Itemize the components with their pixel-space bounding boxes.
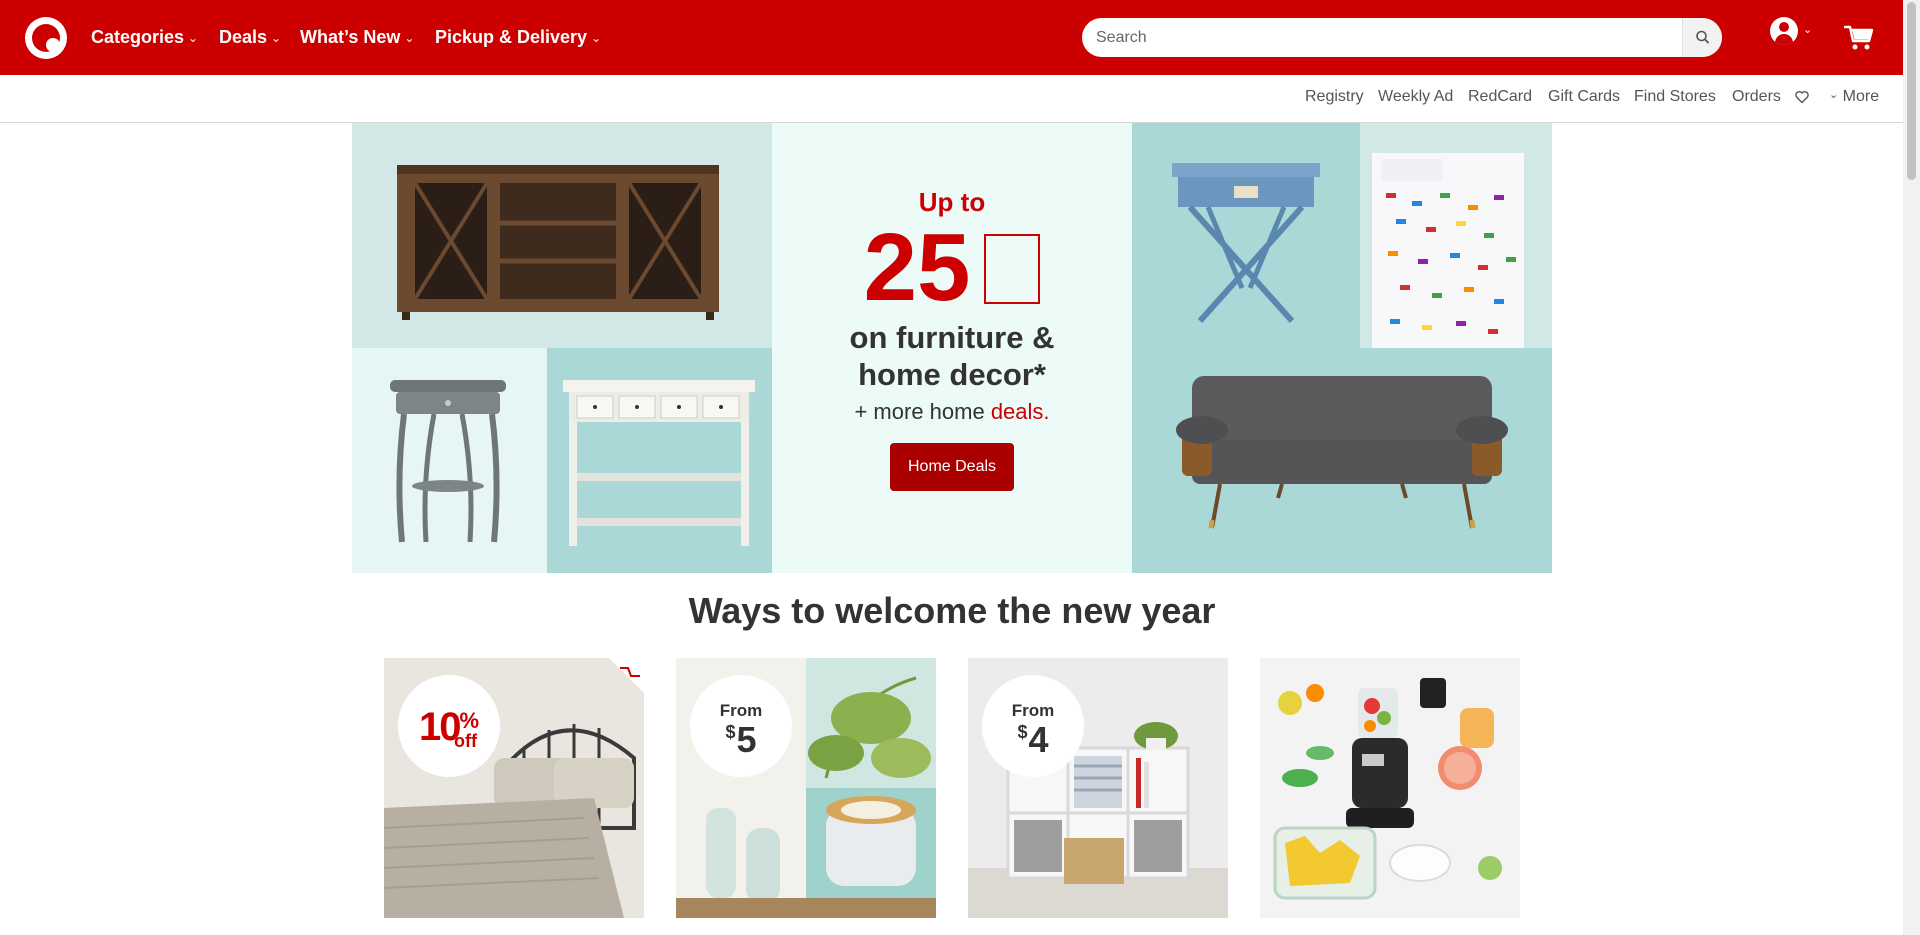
search-bar (1082, 18, 1722, 57)
hero-tile-side-table (352, 348, 547, 573)
hero-subline-prefix: + more home (854, 399, 991, 424)
favorites-heart-icon[interactable] (1795, 90, 1809, 104)
badge-price: $4 (982, 719, 1084, 761)
search-icon (1696, 30, 1709, 44)
util-link-weekly-ad[interactable]: Weekly Ad (1378, 88, 1453, 106)
hero-subline: + more home deals. (772, 399, 1132, 425)
hero-percent: 25 (772, 214, 1132, 322)
hero-copy: Up to 25 on furniture & home decor* + mo… (772, 123, 1132, 573)
search-input[interactable] (1096, 18, 1656, 57)
hero-headline-line1: on furniture & (849, 320, 1055, 355)
hero-tile-accent-table (1132, 123, 1360, 348)
blue-accent-table-image (1172, 163, 1320, 324)
discount-badge: 10% off (398, 675, 500, 777)
util-link-registry[interactable]: Registry (1305, 88, 1364, 106)
badge-from-label: From (1011, 701, 1055, 720)
chevron-down-icon: ⌄ (404, 31, 415, 45)
blender-and-fruit-image (1260, 658, 1520, 918)
badge-currency: $ (1017, 722, 1028, 742)
util-more-label: More (1842, 88, 1880, 105)
search-button[interactable] (1682, 18, 1722, 57)
nav-categories-label: Categories (91, 27, 185, 47)
badge-price-value: 5 (736, 719, 757, 760)
account-icon (1770, 17, 1798, 45)
round-side-table-image (390, 380, 506, 543)
promo-card-storage[interactable]: From $4 (968, 658, 1228, 918)
chevron-down-icon: ⌄ (188, 31, 199, 45)
price-badge: From $5 (690, 675, 792, 777)
util-link-find-stores[interactable]: Find Stores (1634, 88, 1716, 106)
util-link-redcard[interactable]: RedCard (1468, 88, 1532, 106)
kids-bedding-image (1372, 153, 1524, 348)
nav-pickup-delivery-label: Pickup & Delivery (435, 27, 588, 47)
util-more[interactable]: ⌄ More (1829, 88, 1879, 106)
hero-percent-value: 25 (863, 214, 971, 321)
badge-currency: $ (725, 722, 736, 742)
console-table-image (563, 380, 755, 546)
badge-price-value: 4 (1028, 719, 1049, 760)
nav-categories[interactable]: Categories ⌄ (91, 26, 198, 50)
util-link-orders[interactable]: Orders (1732, 88, 1781, 106)
badge-percent: 10% off (398, 705, 500, 751)
nav-whats-new[interactable]: What’s New ⌄ (300, 26, 414, 50)
badge-price: $5 (690, 719, 792, 761)
hero-subline-deals: deals. (990, 399, 1050, 424)
hero-headline-line2: home decor* (858, 357, 1046, 392)
chevron-down-icon: ⌄ (591, 31, 602, 45)
chevron-down-icon: ⌄ (271, 31, 282, 45)
price-badge: From $4 (982, 675, 1084, 777)
home-deals-button[interactable]: Home Deals (890, 443, 1014, 491)
nav-deals-label: Deals (219, 27, 268, 47)
account-button[interactable]: ⌄ (1770, 17, 1812, 47)
target-logo-icon[interactable] (25, 17, 67, 59)
util-link-gift-cards[interactable]: Gift Cards (1548, 88, 1620, 106)
hero-tile-tv-stand (352, 123, 772, 348)
promo-card-bedding[interactable]: 10% off (384, 658, 644, 918)
badge-off-label: off (454, 731, 477, 751)
page-scrollbar[interactable] (1903, 0, 1920, 935)
hero-tile-bedding (1360, 123, 1552, 348)
hero-tile-sofa (1132, 348, 1552, 573)
missing-glyph-box (984, 234, 1041, 304)
section-title: Ways to welcome the new year (688, 590, 1216, 631)
grey-sofa-image (1176, 376, 1508, 529)
top-header: Categories ⌄ Deals ⌄ What’s New ⌄ Pickup & … (0, 0, 1903, 75)
tv-stand-image (397, 165, 719, 320)
badge-from-label: From (719, 701, 763, 720)
utility-nav: Registry Weekly Ad RedCard Gift Cards Fi… (0, 75, 1903, 123)
scrollbar-thumb[interactable] (1907, 2, 1916, 180)
hero-headline: on furniture & home decor* (772, 319, 1132, 393)
chevron-down-icon: ⌄ (1829, 89, 1839, 101)
nav-pickup-delivery[interactable]: Pickup & Delivery ⌄ (435, 26, 601, 50)
promo-card-decor[interactable]: From $5 (676, 658, 936, 918)
nav-deals[interactable]: Deals ⌄ (219, 26, 281, 50)
hero-tile-console-table (547, 348, 772, 573)
hero-banner[interactable]: Up to 25 on furniture & home decor* + mo… (352, 123, 1552, 573)
nav-whats-new-label: What’s New (300, 27, 401, 47)
cart-icon[interactable] (1844, 24, 1874, 52)
chevron-down-icon: ⌄ (1803, 24, 1813, 36)
percent-sign-icon: % (459, 708, 480, 733)
promo-card-kitchen[interactable] (1260, 658, 1520, 918)
